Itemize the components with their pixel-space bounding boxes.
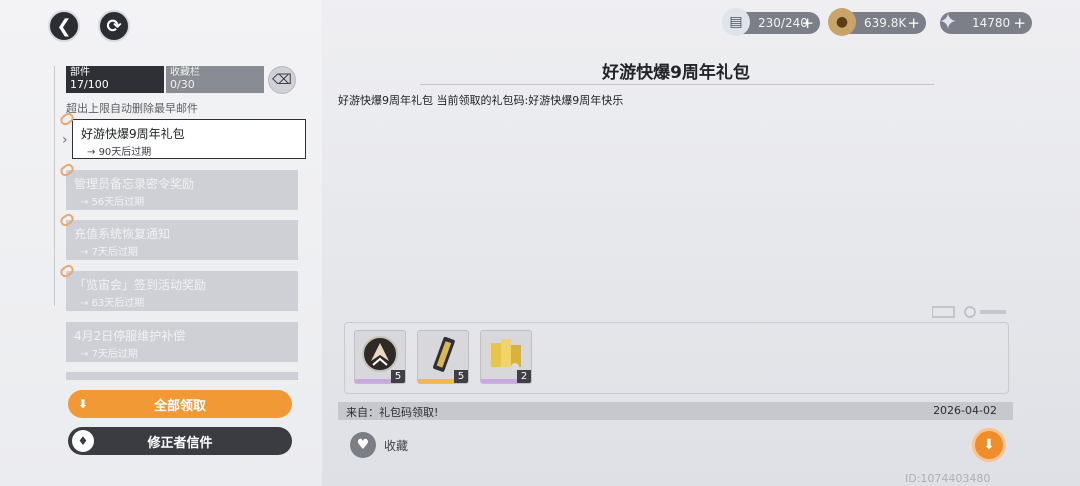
tab-favorites[interactable]: 收藏栏 0/30 [166, 66, 264, 93]
mail-date: 2026-04-02 [933, 404, 997, 417]
stamina-counter: ▤ 230/240 + [722, 8, 820, 36]
star-crystal-icon: ✦ [938, 9, 958, 35]
title-divider [420, 84, 934, 85]
mail-item[interactable]: 「览宙会」签到活动奖励 → 63天后过期 [66, 271, 298, 311]
auto-delete-hint: 超出上限自动删除最早邮件 [66, 102, 198, 115]
attachment-item-ticket[interactable]: 5 [417, 330, 469, 384]
mail-title: 好游快爆9周年礼包 [602, 63, 750, 83]
add-coin-button[interactable]: + [907, 14, 920, 32]
delete-button[interactable]: ⌫ [268, 66, 296, 94]
coin-icon: ● [828, 8, 856, 36]
sender-bar: 来自：礼包码领取! 2026-04-02 [338, 402, 1013, 420]
claim-button[interactable]: ⬇ [972, 428, 1006, 462]
trash-icon: ⌫ [272, 72, 292, 88]
favorite-button[interactable]: ♥ 收藏 [350, 432, 408, 458]
ticket-icon [433, 336, 455, 372]
add-stamina-button[interactable]: + [801, 14, 814, 32]
mail-item[interactable]: 充值系统恢复通知 → 7天后过期 [66, 220, 298, 260]
mail-item-selected[interactable]: 好游快爆9周年礼包 → 90天后过期 [72, 119, 306, 159]
crystal-counter: ✦ 14780 + [939, 10, 1032, 35]
attachment-item-gold-stack[interactable]: 2 [480, 330, 532, 384]
back-button[interactable]: ❮ [48, 10, 80, 42]
download-icon: ⬇ [983, 437, 995, 453]
list-rail [54, 66, 55, 306]
add-crystal-button[interactable]: + [1013, 14, 1026, 32]
mail-tabs: 部件 17/100 收藏栏 0/30 [66, 66, 264, 93]
user-id: ID:1074403480 [905, 472, 991, 485]
tab-mail[interactable]: 部件 17/100 [66, 66, 164, 93]
mail-item-partial[interactable] [66, 372, 298, 380]
gold-stack-icon [491, 339, 521, 371]
mail-item[interactable]: 管理员备忘录密令奖励 → 56天后过期 [66, 170, 298, 210]
refresh-button[interactable]: ⟳ [98, 10, 130, 42]
refresh-icon: ⟳ [106, 15, 122, 37]
corrector-letters-button[interactable]: ♦ 修正者信件 [68, 427, 292, 455]
download-icon: ⬇ [77, 397, 89, 411]
mail-body: 好游快爆9周年礼包 当前领取的礼包码:好游快爆9周年快乐 [338, 94, 624, 107]
sender-label: 来自：礼包码领取! [346, 406, 439, 419]
logo-watermark [931, 305, 1006, 322]
emblem-icon [362, 336, 398, 372]
back-arrow-icon: ❮ [56, 15, 72, 37]
heart-icon: ♥ [350, 432, 376, 458]
stamina-icon: ▤ [722, 8, 750, 36]
selected-indicator-icon: › [62, 132, 68, 148]
attachment-item-emblem[interactable]: 5 [354, 330, 406, 384]
gem-heart-icon: ♦ [72, 430, 94, 452]
coin-counter: ● 639.8K + [828, 8, 926, 36]
mail-item[interactable]: 4月2日停服维护补偿 → 7天后过期 [66, 322, 298, 362]
claim-all-button[interactable]: ⬇ 全部领取 [68, 390, 292, 418]
